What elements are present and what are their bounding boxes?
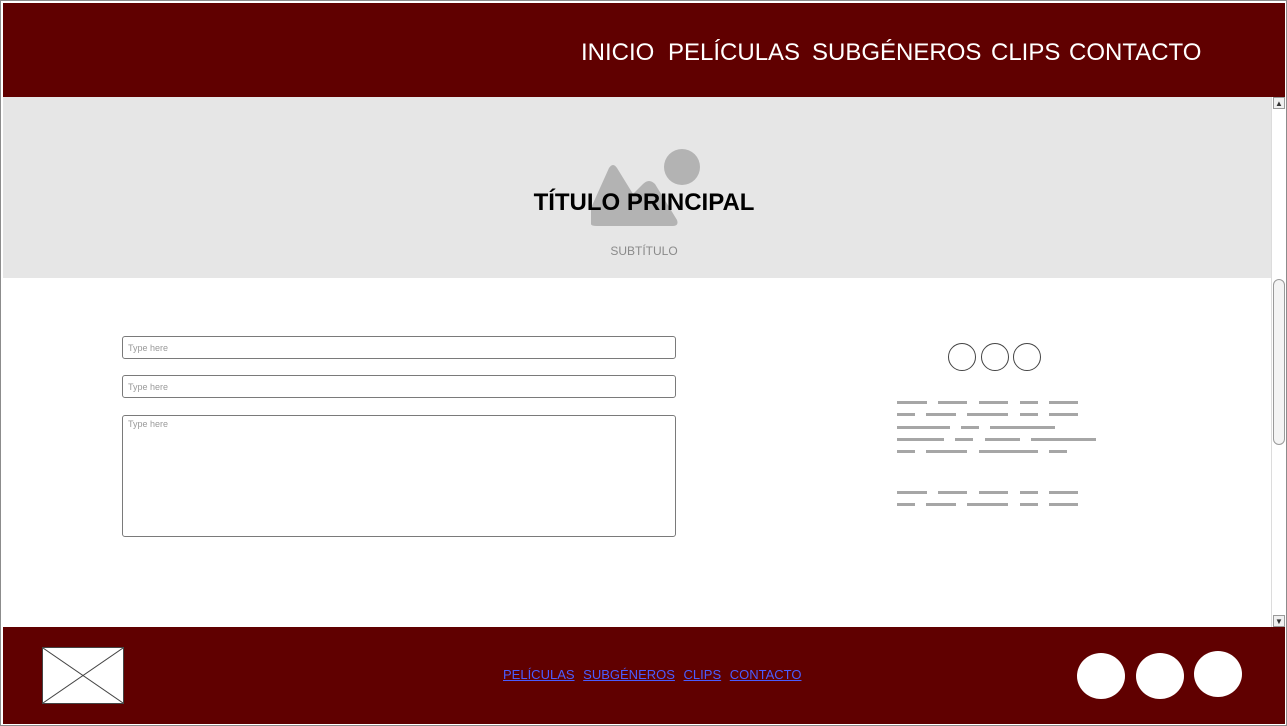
name-field[interactable]	[122, 336, 676, 359]
footer-nav: PELÍCULAS SUBGÉNEROS CLIPS CONTACTO	[503, 667, 807, 682]
site-footer: PELÍCULAS SUBGÉNEROS CLIPS CONTACTO	[3, 627, 1285, 724]
social-circles	[948, 343, 1044, 371]
nav-subgeneros[interactable]: SUBGÉNEROS	[812, 39, 981, 67]
page-subtitle: SUBTÍTULO	[610, 244, 678, 258]
placeholder-text-block	[897, 401, 1096, 506]
footer-social-icon[interactable]	[1136, 653, 1184, 699]
nav-inicio[interactable]: INICIO	[581, 39, 654, 67]
footer-link-contacto[interactable]: CONTACTO	[730, 667, 802, 682]
nav-peliculas[interactable]: PELÍCULAS	[668, 39, 800, 67]
social-circle-icon[interactable]	[981, 343, 1009, 371]
email-field[interactable]	[122, 375, 676, 398]
page-frame: INICIO PELÍCULAS SUBGÉNEROS CLIPS CONTAC…	[0, 0, 1287, 726]
scrollbar-thumb[interactable]	[1273, 279, 1285, 445]
social-circle-icon[interactable]	[1013, 343, 1041, 371]
logo-placeholder-icon	[42, 647, 124, 704]
footer-social-icon[interactable]	[1194, 651, 1242, 697]
scroll-down-arrow-icon[interactable]: ▼	[1273, 615, 1285, 627]
page-title: TÍTULO PRINCIPAL	[533, 189, 755, 216]
vertical-scrollbar[interactable]: ▲ ▼	[1271, 97, 1285, 627]
nav-clips[interactable]: CLIPS	[991, 39, 1060, 67]
hero-banner: TÍTULO PRINCIPAL SUBTÍTULO	[3, 97, 1271, 278]
social-circle-icon[interactable]	[948, 343, 976, 371]
site-header: INICIO PELÍCULAS SUBGÉNEROS CLIPS CONTAC…	[3, 3, 1285, 97]
footer-link-clips[interactable]: CLIPS	[684, 667, 722, 682]
nav-contacto[interactable]: CONTACTO	[1069, 39, 1201, 67]
footer-link-peliculas[interactable]: PELÍCULAS	[503, 667, 575, 682]
footer-social-icon[interactable]	[1077, 653, 1125, 699]
scroll-up-arrow-icon[interactable]: ▲	[1273, 97, 1285, 109]
footer-link-subgeneros[interactable]: SUBGÉNEROS	[583, 667, 675, 682]
message-textarea[interactable]	[122, 415, 676, 537]
